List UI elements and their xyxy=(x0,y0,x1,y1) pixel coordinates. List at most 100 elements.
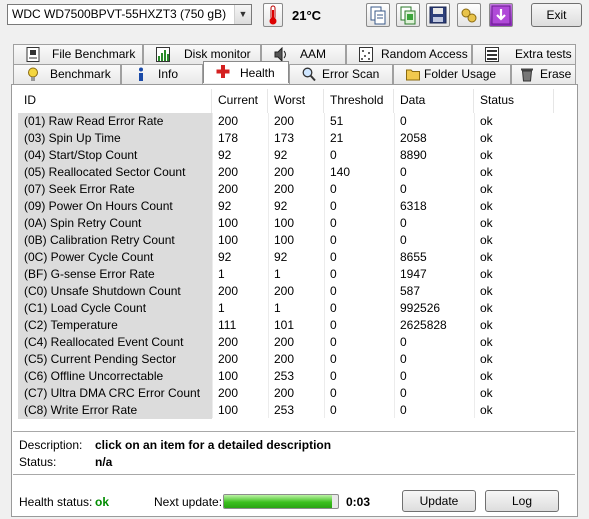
drive-select[interactable]: WDC WD7500BPVT-55HXZT3 (750 gB) ▼ xyxy=(7,4,252,25)
attribute-status: ok xyxy=(480,403,493,417)
attribute-status: ok xyxy=(480,301,493,315)
tab-folder-usage[interactable]: Folder Usage xyxy=(393,64,511,84)
attribute-data: 8655 xyxy=(400,250,427,264)
copy-screenshot-icon[interactable] xyxy=(396,3,420,27)
attribute-threshold: 0 xyxy=(330,301,337,315)
attribute-worst: 200 xyxy=(274,284,295,298)
health-cross-icon xyxy=(216,65,230,78)
attribute-status: ok xyxy=(480,148,493,162)
table-row[interactable]: (C0) Unsafe Shutdown Count 200 200 0 587 ok xyxy=(14,283,575,300)
attribute-current: 200 xyxy=(218,284,239,298)
next-update-label: Next update: xyxy=(154,495,223,509)
table-row[interactable]: (C6) Offline Uncorrectable 100 253 0 0 ok xyxy=(14,368,575,385)
chevron-down-icon[interactable]: ▼ xyxy=(234,5,251,24)
attribute-data: 992526 xyxy=(400,301,441,315)
copy-text-icon[interactable] xyxy=(366,3,390,27)
table-row[interactable]: (C4) Reallocated Event Count 200 200 0 0 ok xyxy=(14,334,575,351)
save-icon[interactable] xyxy=(426,3,450,27)
tab-label: Random Access xyxy=(381,47,468,61)
column-header-worst[interactable]: Worst xyxy=(268,89,324,113)
column-header-data[interactable]: Data xyxy=(394,89,474,113)
table-row[interactable]: (C2) Temperature 111 101 0 2625828 ok xyxy=(14,317,575,334)
tab-error-scan[interactable]: Error Scan xyxy=(289,64,393,84)
health-panel: ID Current Worst Threshold Data Status (… xyxy=(11,84,578,517)
attribute-id: (C2) Temperature xyxy=(18,317,212,334)
trash-icon xyxy=(521,68,533,82)
table-row[interactable]: (BF) G-sense Error Rate 1 1 0 1947 ok xyxy=(14,266,575,283)
attribute-threshold: 0 xyxy=(330,267,337,281)
attribute-data: 8890 xyxy=(400,148,427,162)
attribute-threshold: 0 xyxy=(330,335,337,349)
attribute-id: (C8) Write Error Rate xyxy=(18,402,212,419)
attribute-threshold: 140 xyxy=(330,165,351,179)
tab-extra-tests[interactable]: Extra tests xyxy=(472,44,576,64)
thermometer-icon[interactable] xyxy=(263,3,283,27)
table-row[interactable]: (C1) Load Cycle Count 1 1 0 992526 ok xyxy=(14,300,575,317)
status-label: Status: xyxy=(19,455,57,469)
attribute-id: (0B) Calibration Retry Count xyxy=(18,232,212,249)
exit-button[interactable]: Exit xyxy=(531,3,582,27)
tab-label: File Benchmark xyxy=(52,47,136,61)
tab-label: Folder Usage xyxy=(424,67,497,81)
attribute-data: 0 xyxy=(400,386,407,400)
attribute-current: 100 xyxy=(218,369,239,383)
tab-row-top: File Benchmark Disk monitor AAM Random A… xyxy=(13,44,576,64)
table-row[interactable]: (0B) Calibration Retry Count 100 100 0 0 ok xyxy=(14,232,575,249)
attribute-data: 0 xyxy=(400,182,407,196)
toolbar: WDC WD7500BPVT-55HXZT3 (750 gB) ▼ 21°C E… xyxy=(0,0,589,36)
table-row[interactable]: (09) Power On Hours Count 92 92 0 6318 ok xyxy=(14,198,575,215)
tab-label: Erase xyxy=(540,67,572,81)
attribute-status: ok xyxy=(480,369,493,383)
tab-info[interactable]: Info xyxy=(121,64,203,84)
attribute-status: ok xyxy=(480,250,493,264)
temperature-readout: 21°C xyxy=(292,8,322,23)
lightbulb-icon xyxy=(28,67,38,81)
column-header-id[interactable]: ID xyxy=(18,89,212,113)
attribute-threshold: 51 xyxy=(330,114,344,128)
info-icon xyxy=(139,67,143,81)
table-row[interactable]: (C5) Current Pending Sector 200 200 0 0 ok xyxy=(14,351,575,368)
table-row[interactable]: (0C) Power Cycle Count 92 92 0 8655 ok xyxy=(14,249,575,266)
tab-random-access[interactable]: Random Access xyxy=(346,44,472,64)
attribute-threshold: 0 xyxy=(330,403,337,417)
attribute-status: ok xyxy=(480,233,493,247)
attribute-status: ok xyxy=(480,131,493,145)
attribute-data: 0 xyxy=(400,114,407,128)
attribute-current: 200 xyxy=(218,386,239,400)
attribute-current: 100 xyxy=(218,233,239,247)
attribute-current: 200 xyxy=(218,335,239,349)
attribute-data: 0 xyxy=(400,369,407,383)
table-row[interactable]: (07) Seek Error Rate 200 200 0 0 ok xyxy=(14,181,575,198)
tab-benchmark[interactable]: Benchmark xyxy=(13,64,121,84)
tab-erase[interactable]: Erase xyxy=(511,64,576,84)
attribute-data: 587 xyxy=(400,284,421,298)
attribute-id: (04) Start/Stop Count xyxy=(18,147,212,164)
table-row[interactable]: (C7) Ultra DMA CRC Error Count 200 200 0 0 ok xyxy=(14,385,575,402)
column-header-current[interactable]: Current xyxy=(212,89,268,113)
table-row[interactable]: (01) Raw Read Error Rate 200 200 51 0 ok xyxy=(14,113,575,130)
table-row[interactable]: (C8) Write Error Rate 100 253 0 0 ok xyxy=(14,402,575,419)
table-row[interactable]: (0A) Spin Retry Count 100 100 0 0 ok xyxy=(14,215,575,232)
table-row[interactable]: (03) Spin Up Time 178 173 21 2058 ok xyxy=(14,130,575,147)
attribute-id: (C5) Current Pending Sector xyxy=(18,351,212,368)
attribute-id: (C6) Offline Uncorrectable xyxy=(18,368,212,385)
log-button[interactable]: Log xyxy=(485,490,559,512)
attribute-worst: 101 xyxy=(274,318,295,332)
attribute-id: (01) Raw Read Error Rate xyxy=(18,113,212,130)
description-label: Description: xyxy=(19,438,83,452)
attribute-worst: 173 xyxy=(274,131,295,145)
tab-health[interactable]: Health xyxy=(203,61,289,83)
column-header-status[interactable]: Status xyxy=(474,89,554,113)
table-row[interactable]: (05) Reallocated Sector Count 200 200 140 0 o… xyxy=(14,164,575,181)
download-icon[interactable] xyxy=(489,3,513,27)
options-icon[interactable] xyxy=(457,3,481,27)
attribute-worst: 200 xyxy=(274,335,295,349)
attribute-current: 200 xyxy=(218,182,239,196)
update-button[interactable]: Update xyxy=(402,490,476,512)
column-header-threshold[interactable]: Threshold xyxy=(324,89,394,113)
attribute-status: ok xyxy=(480,199,493,213)
table-row[interactable]: (04) Start/Stop Count 92 92 0 8890 ok xyxy=(14,147,575,164)
attribute-status: ok xyxy=(480,284,493,298)
tab-file-benchmark[interactable]: File Benchmark xyxy=(13,44,143,64)
attribute-data: 0 xyxy=(400,403,407,417)
